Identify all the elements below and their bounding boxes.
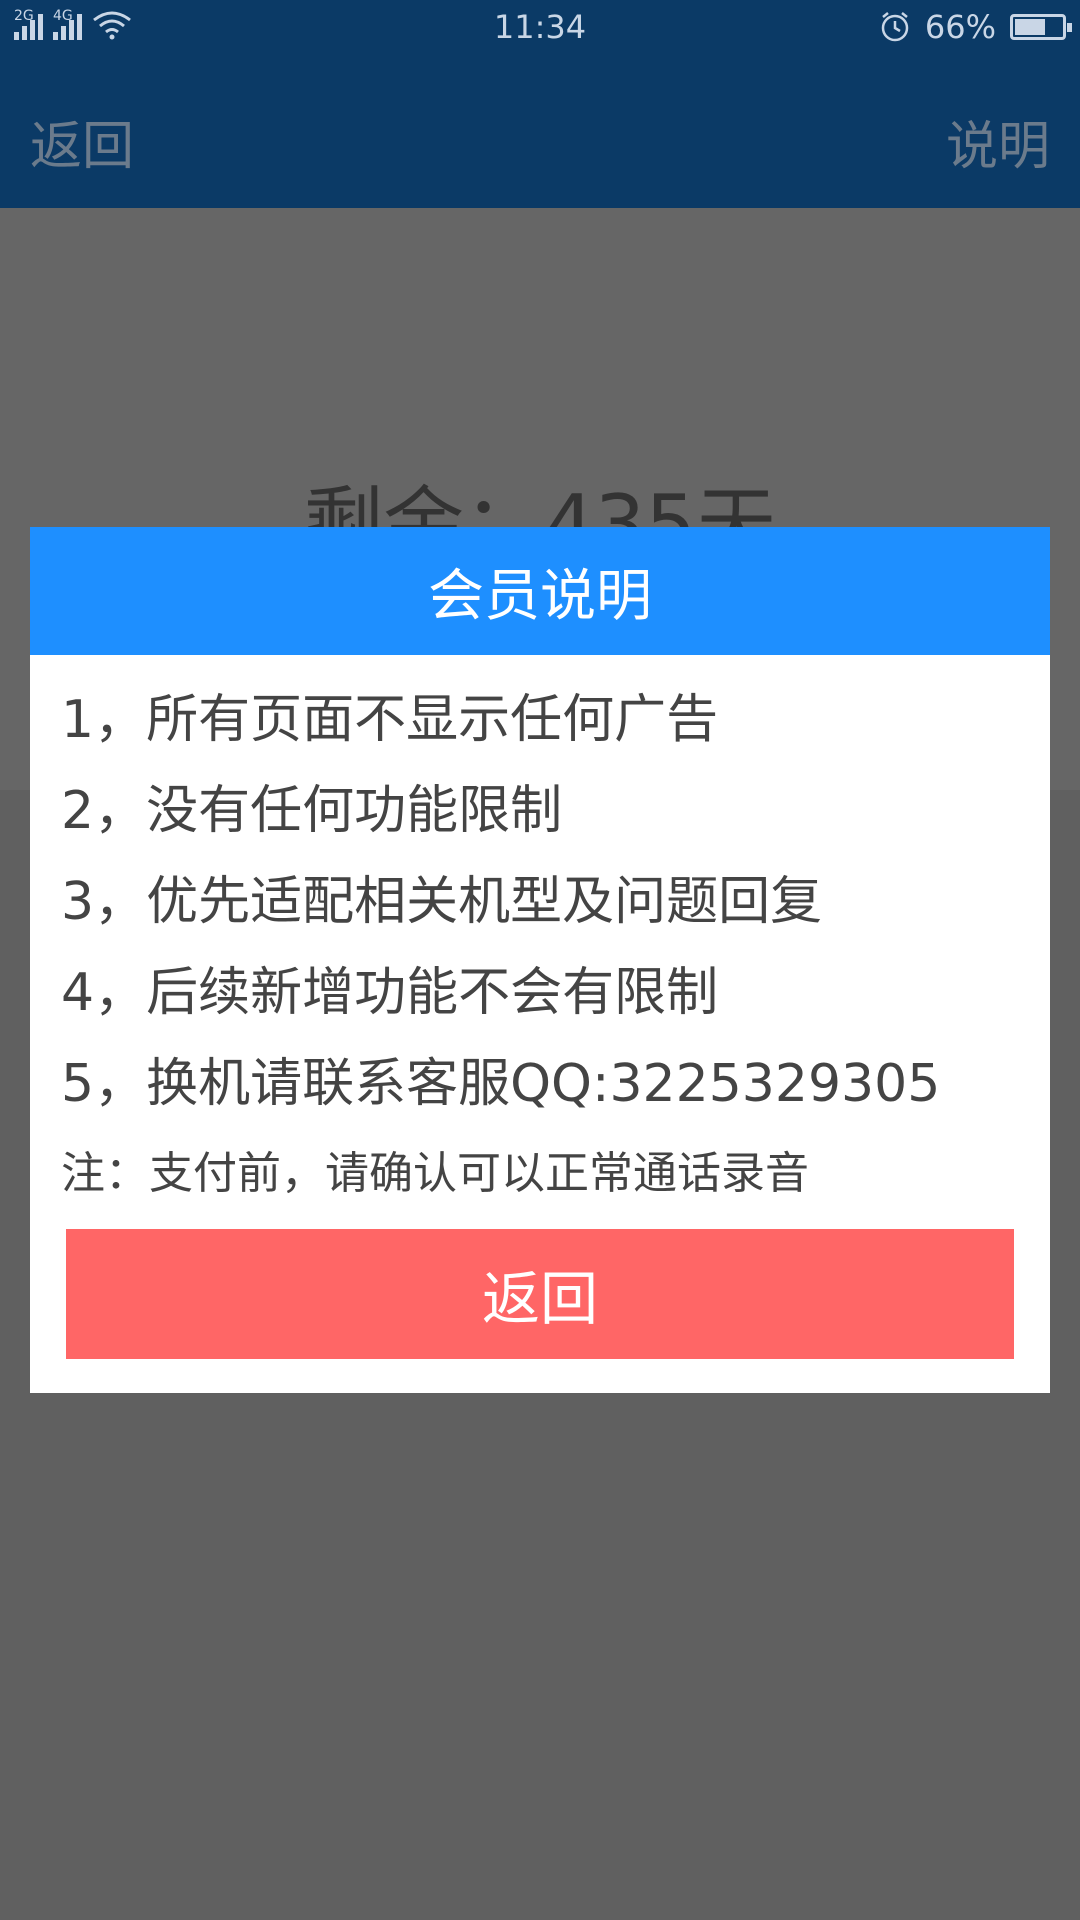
payment-note: 注：支付前，请确认可以正常通话录音: [61, 1148, 809, 1199]
dialog-header: 会员说明: [30, 527, 1050, 655]
list-item: 1，所有页面不显示任何广告: [61, 690, 719, 750]
nav-info-button[interactable]: 说明: [946, 104, 1050, 179]
list-item: 4，后续新增功能不会有限制: [61, 963, 719, 1023]
nav-back-button[interactable]: 返回: [30, 104, 134, 179]
list-item: 3，优先适配相关机型及问题回复: [61, 872, 823, 932]
list-item: 2，没有任何功能限制: [61, 781, 563, 841]
battery-icon: [1010, 14, 1072, 40]
status-icons-right: 66%: [879, 8, 1072, 46]
nav-bar: 返回 说明: [0, 56, 1080, 208]
membership-dialog: 会员说明 1，所有页面不显示任何广告 2，没有任何功能限制 3，优先适配相关机型…: [30, 527, 1050, 1393]
status-bar: 2G 4G 11:34 66%: [0, 0, 1080, 56]
list-item: 5，换机请联系客服QQ:3225329305: [61, 1054, 941, 1114]
dialog-body: 1，所有页面不显示任何广告 2，没有任何功能限制 3，优先适配相关机型及问题回复…: [30, 655, 1050, 1214]
alarm-icon: [881, 12, 909, 42]
dialog-title: 会员说明: [428, 563, 652, 629]
battery-percent: 66%: [924, 8, 996, 46]
dialog-back-button[interactable]: 返回: [66, 1229, 1014, 1359]
